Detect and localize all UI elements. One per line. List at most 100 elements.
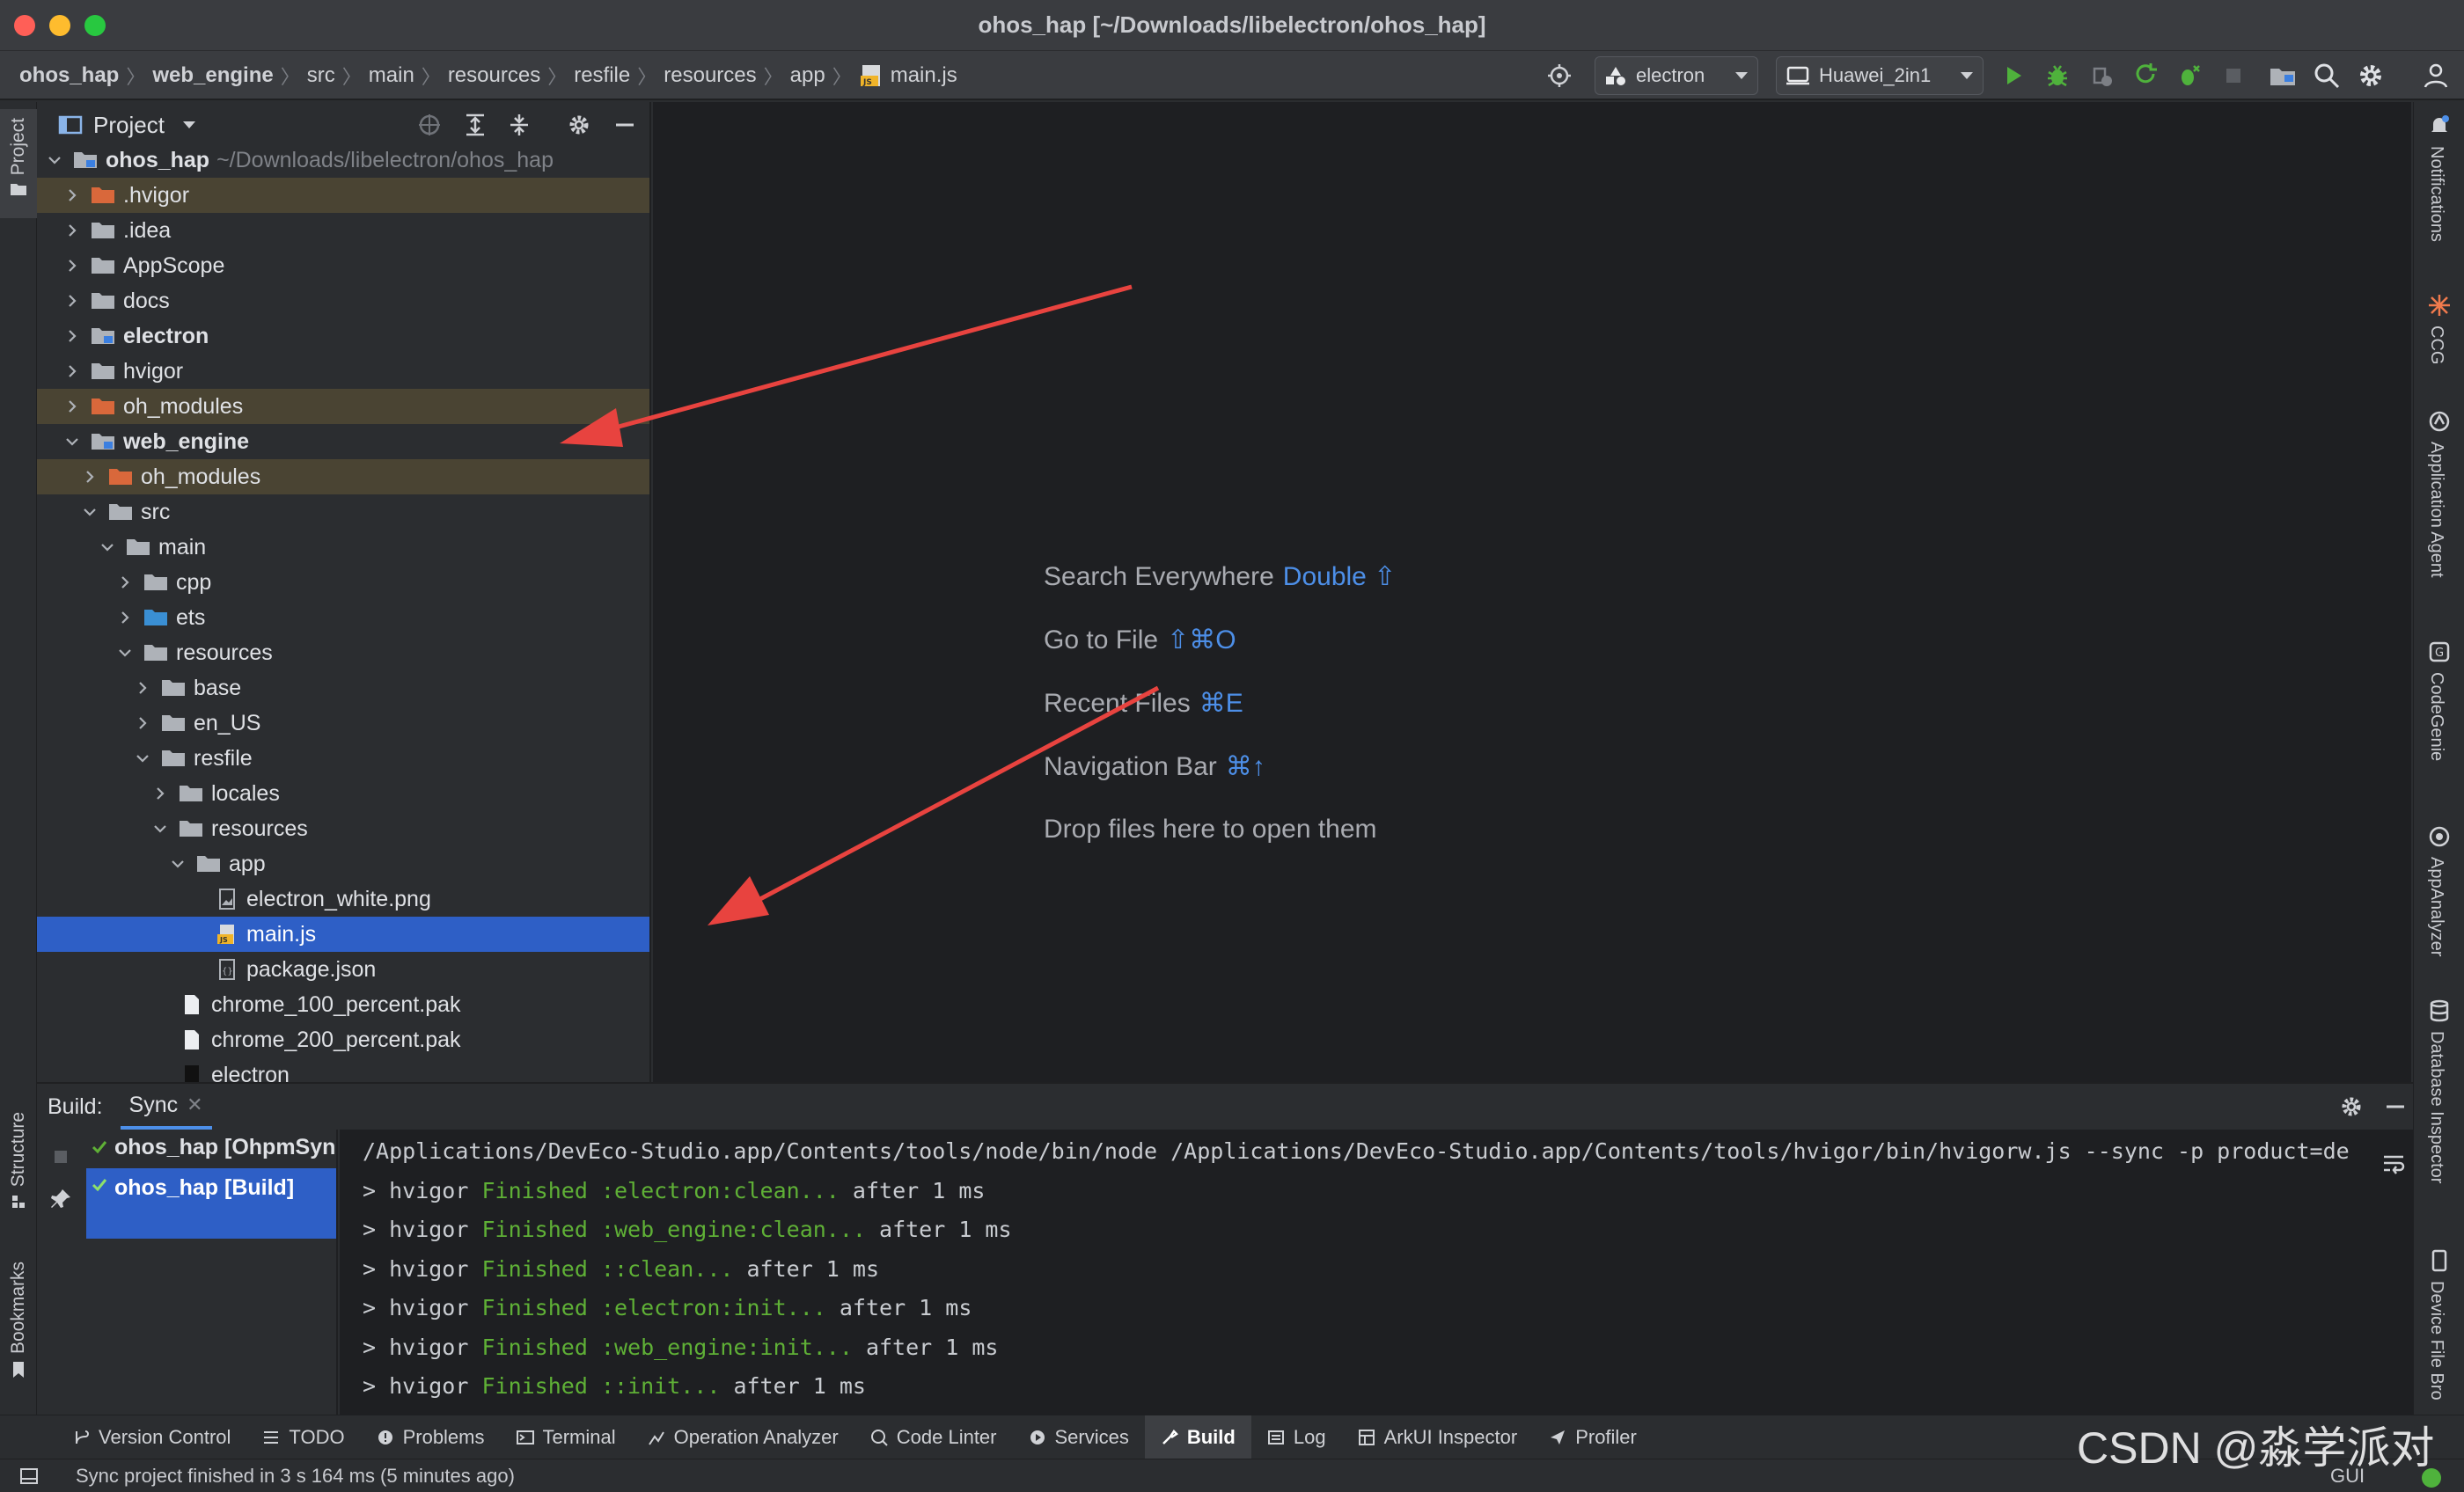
apply-changes-icon[interactable] <box>2131 62 2160 90</box>
chevron-right-icon[interactable] <box>63 327 81 345</box>
gear-icon[interactable] <box>567 113 591 137</box>
tree-item[interactable]: app <box>37 846 649 881</box>
tree-item[interactable]: resources <box>37 811 649 846</box>
close-tab-icon[interactable]: ✕ <box>187 1093 202 1116</box>
ccg-tool-label[interactable]: CCG <box>2426 325 2446 364</box>
tree-item[interactable]: electron <box>37 318 649 354</box>
chevron-down-icon[interactable] <box>169 855 187 873</box>
breadcrumb-item[interactable]: ohos_hap <box>19 63 119 88</box>
tool-window-todo[interactable]: TODO <box>246 1415 360 1459</box>
chevron-right-icon[interactable] <box>63 292 81 310</box>
chevron-right-icon[interactable] <box>134 714 151 732</box>
target-icon[interactable] <box>1545 62 1573 90</box>
chevron-down-icon[interactable] <box>182 121 196 129</box>
run-icon[interactable] <box>1999 62 2028 90</box>
project-view-title[interactable]: Project <box>93 112 165 139</box>
tree-item[interactable]: web_engine <box>37 424 649 459</box>
status-message[interactable]: Sync project finished in 3 s 164 ms (5 m… <box>76 1465 515 1488</box>
tree-item[interactable]: .idea <box>37 213 649 248</box>
tree-item[interactable]: .hvigor <box>37 178 649 213</box>
device-file-icon[interactable] <box>2428 1249 2451 1272</box>
tree-item[interactable]: electron <box>37 1057 649 1082</box>
tree-item[interactable]: hvigor <box>37 354 649 389</box>
chevron-right-icon[interactable] <box>116 574 134 591</box>
database-inspector-tool-label[interactable]: Database Inspector <box>2426 1031 2446 1183</box>
chevron-right-icon[interactable] <box>63 222 81 239</box>
appanalyzer-tool-label[interactable]: AppAnalyzer <box>2426 857 2446 956</box>
chevron-down-icon[interactable] <box>151 820 169 837</box>
tree-item[interactable]: base <box>37 670 649 706</box>
chevron-right-icon[interactable] <box>116 609 134 626</box>
breadcrumb-item[interactable]: main.js <box>891 63 957 88</box>
tree-item[interactable]: resfile <box>37 741 649 776</box>
stop-icon[interactable] <box>2219 62 2248 90</box>
tool-window-operation-analyzer[interactable]: Operation Analyzer <box>632 1415 854 1459</box>
profile-bug-icon[interactable] <box>2175 62 2204 90</box>
tree-item[interactable]: AppScope <box>37 248 649 283</box>
tool-window-version-control[interactable]: Version Control <box>56 1415 246 1459</box>
tree-item[interactable]: en_US <box>37 706 649 741</box>
search-icon[interactable] <box>2313 62 2341 90</box>
project-tool-button[interactable]: Project <box>0 109 37 218</box>
tree-item[interactable]: src <box>37 494 649 530</box>
hide-panel-icon[interactable] <box>612 113 637 137</box>
bookmarks-tool-button[interactable]: Bookmarks <box>0 1262 37 1411</box>
breadcrumb-item[interactable]: main <box>369 63 414 88</box>
account-icon[interactable] <box>2422 62 2450 90</box>
soft-wrap-icon[interactable] <box>2381 1152 2406 1177</box>
select-opened-file-icon[interactable] <box>417 113 442 137</box>
device-file-browser-tool-label[interactable]: Device File Bro <box>2426 1281 2446 1401</box>
tree-item[interactable]: cpp <box>37 565 649 600</box>
application-agent-icon[interactable] <box>2428 410 2451 433</box>
stop-build-icon[interactable] <box>49 1145 72 1168</box>
gear-icon[interactable] <box>2339 1094 2364 1119</box>
tree-item[interactable]: oh_modules <box>37 459 649 494</box>
breadcrumb-item[interactable]: web_engine <box>152 63 273 88</box>
breadcrumb-item[interactable]: resources <box>664 63 756 88</box>
breadcrumb-item[interactable]: src <box>307 63 335 88</box>
tree-item[interactable]: ets <box>37 600 649 635</box>
appanalyzer-icon[interactable] <box>2428 825 2451 848</box>
tree-item[interactable]: {} package.json <box>37 952 649 987</box>
breadcrumb-item[interactable]: app <box>790 63 825 88</box>
chevron-right-icon[interactable] <box>151 785 169 802</box>
notifications-tool-label[interactable]: Notifications <box>2426 146 2446 242</box>
breadcrumb-item[interactable]: resources <box>448 63 540 88</box>
tool-window-code-linter[interactable]: Code Linter <box>854 1415 1013 1459</box>
debug-icon[interactable] <box>2043 62 2072 90</box>
chevron-right-icon[interactable] <box>63 362 81 380</box>
chevron-down-icon[interactable] <box>81 503 99 521</box>
chevron-down-icon[interactable] <box>99 538 116 556</box>
chevron-right-icon[interactable] <box>134 679 151 697</box>
tool-window-arkui-inspector[interactable]: ArkUI Inspector <box>1342 1415 1534 1459</box>
chevron-down-icon[interactable] <box>46 151 63 169</box>
pin-icon[interactable] <box>49 1188 72 1210</box>
ccg-icon[interactable] <box>2428 294 2451 317</box>
tree-item[interactable]: ohos_hap ~/Downloads/libelectron/ohos_hap <box>37 143 649 178</box>
breadcrumb-item[interactable]: resfile <box>574 63 630 88</box>
chevron-right-icon[interactable] <box>63 257 81 274</box>
notifications-bell-icon[interactable] <box>2428 114 2451 137</box>
module-selector[interactable]: electron <box>1595 56 1758 95</box>
tool-window-build[interactable]: Build <box>1144 1415 1251 1459</box>
tool-window-profiler[interactable]: Profiler <box>1533 1415 1653 1459</box>
structure-tool-button[interactable]: Structure <box>0 1112 37 1244</box>
tree-item[interactable]: chrome_200_percent.pak <box>37 1022 649 1057</box>
build-tree-item-selected[interactable]: ohos_hap [Build] <box>86 1168 336 1239</box>
chevron-down-icon[interactable] <box>134 750 151 767</box>
tree-item[interactable]: main <box>37 530 649 565</box>
tree-item[interactable]: docs <box>37 283 649 318</box>
tab-sync[interactable]: Sync ✕ <box>120 1084 212 1130</box>
build-console-output[interactable]: /Applications/DevEco-Studio.app/Contents… <box>340 1130 2413 1416</box>
chevron-down-icon[interactable] <box>116 644 134 662</box>
tree-item[interactable]: locales <box>37 776 649 811</box>
tool-window-log[interactable]: Log <box>1251 1415 1342 1459</box>
toggle-tool-windows-icon[interactable] <box>19 1466 39 1486</box>
tool-window-services[interactable]: Services <box>1013 1415 1145 1459</box>
project-structure-icon[interactable] <box>2269 62 2297 90</box>
chevron-down-icon[interactable] <box>63 433 81 450</box>
tree-item-selected[interactable]: JS main.js <box>37 917 649 952</box>
tree-item[interactable]: chrome_100_percent.pak <box>37 987 649 1022</box>
application-agent-tool-label[interactable]: Application Agent <box>2426 442 2446 578</box>
attach-debugger-icon[interactable] <box>2087 62 2116 90</box>
